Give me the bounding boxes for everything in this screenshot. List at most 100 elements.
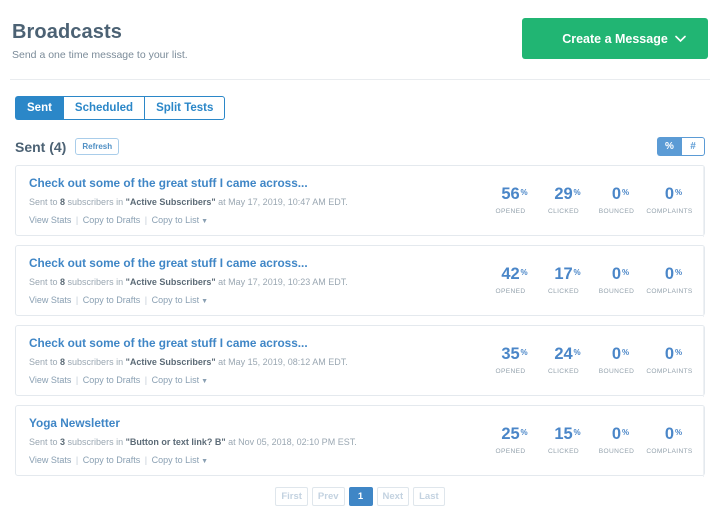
broadcast-actions: View Stats | Copy to Drafts | Copy to Li… bbox=[29, 295, 484, 305]
broadcast-stats: 35% OPENED 24% CLICKED 0% BOUNCED 0% COMPLAINTS bbox=[484, 345, 704, 376]
stats-divider bbox=[703, 406, 704, 477]
tab-sent[interactable]: Sent bbox=[15, 96, 63, 120]
broadcast-subscriber-count: 3 bbox=[60, 437, 66, 447]
copy-to-list-link[interactable]: Copy to List bbox=[152, 215, 200, 225]
list-header: Sent (4) Refresh % # bbox=[15, 137, 705, 156]
stat-unit: % bbox=[621, 188, 630, 197]
pagination-first[interactable]: First bbox=[275, 487, 308, 506]
stat-value: 0% bbox=[611, 265, 630, 283]
broadcast-subscriber-count: 8 bbox=[60, 277, 66, 287]
broadcast-title-link[interactable]: Check out some of the great stuff I came… bbox=[29, 336, 484, 350]
broadcast-actions: View Stats | Copy to Drafts | Copy to Li… bbox=[29, 375, 484, 385]
action-separator: | bbox=[73, 375, 81, 385]
action-separator: | bbox=[73, 215, 81, 225]
chevron-down-icon bbox=[675, 35, 686, 42]
stat-complaints: 0% COMPLAINTS bbox=[643, 266, 696, 296]
stat-complaints: 0% COMPLAINTS bbox=[643, 186, 696, 216]
broadcast-title-link[interactable]: Check out some of the great stuff I came… bbox=[29, 176, 484, 190]
broadcast-actions: View Stats | Copy to Drafts | Copy to Li… bbox=[29, 215, 484, 225]
stat-label: CLICKED bbox=[547, 368, 580, 375]
broadcast-card-main: Check out some of the great stuff I came… bbox=[29, 176, 484, 225]
stat-label: OPENED bbox=[495, 288, 526, 295]
view-stats-link[interactable]: View Stats bbox=[29, 295, 71, 305]
stat-complaints: 0% COMPLAINTS bbox=[643, 425, 696, 456]
stats-divider bbox=[703, 326, 704, 397]
broadcast-card: Yoga Newsletter Sent to 3 subscribers in … bbox=[15, 405, 705, 477]
stat-label: OPENED bbox=[495, 448, 526, 455]
stat-clicked: 15% CLICKED bbox=[537, 426, 590, 456]
broadcast-meta: Sent to 3 subscribers in "Button or text… bbox=[29, 437, 357, 447]
stat-unit: % bbox=[621, 268, 630, 277]
broadcast-meta: Sent to 8 subscribers in "Active Subscri… bbox=[29, 277, 348, 287]
page-subtitle: Send a one time message to your list. bbox=[12, 49, 188, 61]
stat-label: BOUNCED bbox=[598, 208, 635, 215]
copy-to-drafts-link[interactable]: Copy to Drafts bbox=[83, 215, 141, 225]
stat-value: 0% bbox=[611, 425, 630, 443]
stat-unit: % bbox=[520, 428, 528, 437]
pagination-last[interactable]: Last bbox=[413, 487, 445, 506]
stat-label: OPENED bbox=[495, 208, 526, 215]
create-message-button[interactable]: Create a Message bbox=[522, 18, 708, 59]
stat-label: BOUNCED bbox=[598, 448, 635, 455]
caret-down-icon[interactable]: ▼ bbox=[201, 218, 208, 225]
caret-down-icon[interactable]: ▼ bbox=[201, 458, 208, 465]
broadcast-card-main: Yoga Newsletter Sent to 3 subscribers in … bbox=[29, 416, 484, 465]
copy-to-list-link[interactable]: Copy to List bbox=[152, 295, 200, 305]
create-message-label: Create a Message bbox=[562, 31, 668, 46]
stat-value: 24% bbox=[554, 345, 581, 363]
stat-clicked: 24% CLICKED bbox=[537, 345, 590, 376]
stat-value: 25% bbox=[501, 425, 528, 443]
list-title: Sent (4) bbox=[15, 138, 67, 155]
unit-toggle-count[interactable]: # bbox=[681, 137, 705, 156]
tab-scheduled[interactable]: Scheduled bbox=[62, 96, 145, 120]
pagination-1[interactable]: 1 bbox=[348, 487, 373, 506]
stat-label: CLICKED bbox=[547, 208, 580, 215]
stat-opened: 42% OPENED bbox=[484, 266, 537, 296]
tab-split-tests-label: Split Tests bbox=[156, 102, 214, 114]
pagination-next[interactable]: Next bbox=[376, 487, 410, 506]
view-stats-link[interactable]: View Stats bbox=[29, 375, 71, 385]
stat-value: 35% bbox=[501, 345, 528, 363]
broadcast-sent-at: May 17, 2019, 10:47 AM EDT. bbox=[228, 197, 348, 207]
stat-label: BOUNCED bbox=[598, 288, 635, 295]
caret-down-icon[interactable]: ▼ bbox=[201, 378, 208, 385]
caret-down-icon[interactable]: ▼ bbox=[201, 298, 208, 305]
broadcast-sent-at: Nov 05, 2018, 02:10 PM EST. bbox=[238, 437, 357, 447]
refresh-button[interactable]: Refresh bbox=[75, 138, 120, 155]
view-stats-link[interactable]: View Stats bbox=[29, 215, 71, 225]
stat-value: 0% bbox=[611, 345, 630, 363]
pagination-prev[interactable]: Prev bbox=[311, 487, 345, 506]
view-stats-link[interactable]: View Stats bbox=[29, 455, 71, 465]
broadcast-tabs: Sent Scheduled Split Tests bbox=[15, 96, 710, 120]
copy-to-drafts-link[interactable]: Copy to Drafts bbox=[83, 455, 141, 465]
stat-bounced: 0% BOUNCED bbox=[590, 186, 643, 216]
broadcast-card-main: Check out some of the great stuff I came… bbox=[29, 256, 484, 305]
stat-label: COMPLAINTS bbox=[646, 448, 693, 455]
tab-scheduled-label: Scheduled bbox=[74, 102, 134, 114]
broadcast-list-name: "Button or text link? B" bbox=[125, 437, 226, 447]
stat-unit: % bbox=[621, 428, 630, 437]
unit-toggle-percent[interactable]: % bbox=[657, 137, 681, 156]
stat-unit: % bbox=[674, 348, 683, 357]
copy-to-drafts-link[interactable]: Copy to Drafts bbox=[83, 375, 141, 385]
copy-to-list-link[interactable]: Copy to List bbox=[152, 375, 200, 385]
broadcast-list-name: "Active Subscribers" bbox=[125, 197, 216, 207]
action-separator: | bbox=[142, 375, 150, 385]
list-header-left: Sent (4) Refresh bbox=[15, 138, 120, 155]
stat-value: 0% bbox=[664, 425, 683, 443]
broadcasts-page: Broadcasts Send a one time message to yo… bbox=[0, 0, 720, 507]
broadcast-title-link[interactable]: Check out some of the great stuff I came… bbox=[29, 256, 484, 270]
broadcast-title-link[interactable]: Yoga Newsletter bbox=[29, 416, 484, 430]
tab-sent-label: Sent bbox=[27, 102, 52, 114]
page-title: Broadcasts bbox=[12, 21, 122, 43]
stat-label: BOUNCED bbox=[598, 368, 635, 375]
tab-split-tests[interactable]: Split Tests bbox=[144, 96, 226, 120]
stat-label: COMPLAINTS bbox=[646, 368, 693, 375]
broadcast-card-main: Check out some of the great stuff I came… bbox=[29, 336, 484, 385]
copy-to-list-link[interactable]: Copy to List bbox=[152, 455, 200, 465]
stat-unit: % bbox=[674, 428, 683, 437]
copy-to-drafts-link[interactable]: Copy to Drafts bbox=[83, 295, 141, 305]
stat-value: 29% bbox=[554, 185, 581, 203]
stat-label: COMPLAINTS bbox=[646, 208, 693, 215]
stat-label: CLICKED bbox=[547, 288, 580, 295]
